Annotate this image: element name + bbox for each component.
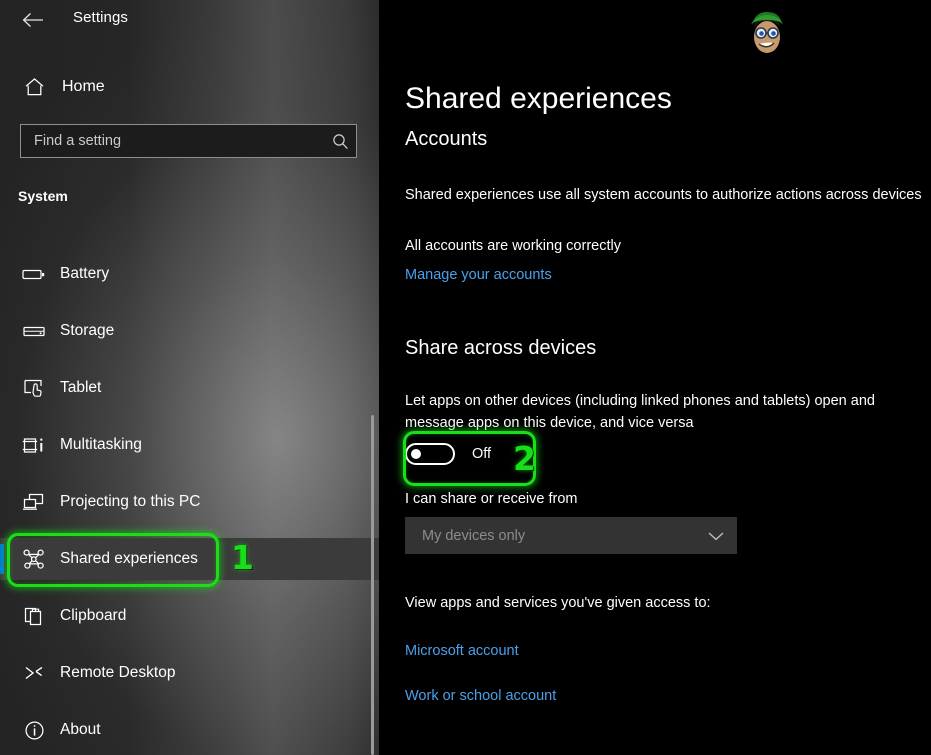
back-button[interactable] [14,5,52,35]
title-bar: Settings [0,0,379,40]
sidebar-item-tablet[interactable]: Tablet [0,367,379,409]
clipboard-icon [12,605,56,627]
sidebar-item-about[interactable]: About [0,709,379,751]
tablet-touch-icon [12,378,56,398]
accounts-status: All accounts are working correctly [405,235,923,257]
nav-list: Battery Storage [0,253,379,755]
battery-icon [12,266,56,282]
toggle-knob [411,449,421,459]
manage-your-accounts-link[interactable]: Manage your accounts [405,267,552,283]
app-title: Settings [73,9,128,26]
sidebar-item-label: Tablet [60,379,101,397]
sidebar-scrollbar[interactable] [371,415,374,755]
main-content: Shared experiences Accounts Shared exper… [379,0,931,755]
dropdown-selected-value: My devices only [405,528,695,544]
share-across-devices-toggle-row: Off [405,443,491,465]
sidebar-item-projecting-to-this-pc[interactable]: Projecting to this PC [0,481,379,523]
back-arrow-icon [22,12,44,28]
selection-indicator [0,544,4,574]
accounts-description: Shared experiences use all system accoun… [405,184,923,206]
sidebar-item-multitasking[interactable]: Multitasking [0,424,379,466]
accounts-heading: Accounts [405,128,487,151]
page-title: Shared experiences [405,82,672,116]
nav-section-title: System [18,188,68,204]
sidebar-item-label: Battery [60,265,109,283]
chevron-down-icon [695,530,737,542]
sidebar-item-shared-experiences[interactable]: Shared experiences [0,538,379,580]
sidebar-item-battery[interactable]: Battery [0,253,379,295]
sidebar-item-label: Projecting to this PC [60,493,200,511]
search-box[interactable] [20,124,357,158]
navigation-sidebar: Settings Home [0,0,379,755]
microsoft-account-link[interactable]: Microsoft account [405,643,519,659]
storage-drive-icon [12,323,56,339]
multitasking-icon [12,436,56,455]
sidebar-item-clipboard[interactable]: Clipboard [0,595,379,637]
sidebar-item-storage[interactable]: Storage [0,310,379,352]
toggle-state-label: Off [472,446,491,462]
search-input[interactable] [21,133,324,149]
home-icon [12,77,56,97]
share-receive-label: I can share or receive from [405,488,923,510]
shared-experiences-node-icon [12,548,56,570]
sidebar-item-home[interactable]: Home [0,70,379,103]
access-heading: View apps and services you've given acce… [405,592,923,614]
share-receive-dropdown[interactable]: My devices only [405,517,737,554]
share-across-devices-toggle[interactable] [405,443,455,465]
projecting-screens-icon [12,492,56,512]
settings-window: Settings Home [0,0,931,755]
sidebar-item-label: Multitasking [60,436,142,454]
remote-desktop-icon [12,664,56,682]
share-across-devices-description: Let apps on other devices (including lin… [405,390,923,434]
sidebar-item-label: Remote Desktop [60,664,175,682]
share-across-devices-heading: Share across devices [405,337,596,360]
sidebar-item-label: About [60,721,101,739]
sidebar-item-remote-desktop[interactable]: Remote Desktop [0,652,379,694]
sidebar-item-label: Shared experiences [60,550,198,568]
sidebar-item-label: Home [62,78,105,96]
info-circle-icon [12,720,56,741]
search-icon [324,133,356,150]
work-or-school-account-link[interactable]: Work or school account [405,688,556,704]
sidebar-item-label: Storage [60,322,114,340]
sidebar-item-label: Clipboard [60,607,126,625]
